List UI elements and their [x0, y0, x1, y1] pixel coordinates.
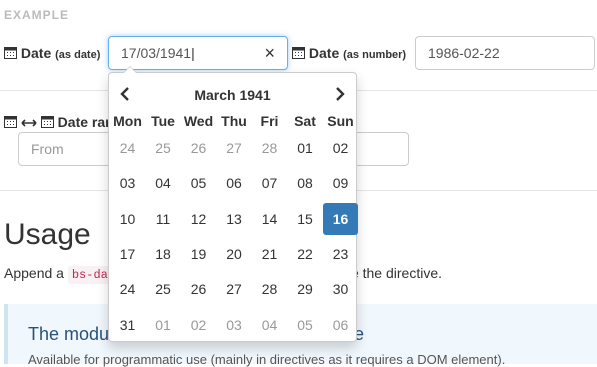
calendar-day[interactable]: 23 — [323, 238, 358, 270]
calendar-day[interactable]: 31 — [110, 309, 145, 341]
calendar-day[interactable]: 04 — [146, 167, 181, 199]
weekday-header: Fri — [260, 113, 279, 129]
weekday-header: Mon — [113, 113, 142, 129]
calendar-day[interactable]: 28 — [252, 273, 287, 305]
month-title[interactable]: March 1941 — [109, 87, 356, 103]
calendar-day[interactable]: 25 — [146, 132, 181, 164]
calendar-day[interactable]: 25 — [146, 273, 181, 305]
calendar-day[interactable]: 27 — [217, 132, 252, 164]
calendar-day[interactable]: 17 — [110, 238, 145, 270]
calendar-day[interactable]: 03 — [217, 309, 252, 341]
calendar-day[interactable]: 02 — [323, 132, 358, 164]
calendar-day[interactable]: 26 — [181, 273, 216, 305]
calendar-day[interactable]: 27 — [217, 273, 252, 305]
calendar-day[interactable]: 26 — [181, 132, 216, 164]
calendar-day[interactable]: 08 — [288, 167, 323, 199]
clear-icon[interactable]: × — [264, 37, 275, 69]
chevron-right-icon — [336, 87, 345, 101]
weekday-header: Thu — [221, 113, 247, 129]
calendar-day[interactable]: 04 — [252, 309, 287, 341]
arrows-horizontal-icon — [21, 115, 37, 131]
calendar-day[interactable]: 13 — [217, 203, 252, 235]
usage-heading: Usage — [4, 218, 91, 251]
calendar-day[interactable]: 24 — [110, 132, 145, 164]
calendar-day[interactable]: 03 — [110, 167, 145, 199]
date-input[interactable]: 17/03/1941| × — [108, 36, 288, 70]
calendar-day[interactable]: 24 — [110, 273, 145, 305]
calendar-day[interactable]: 21 — [252, 238, 287, 270]
weekday-header: Sat — [294, 113, 316, 129]
calendar-day[interactable]: 10 — [110, 203, 145, 235]
calendar-icon — [40, 115, 54, 131]
weekday-header: Tue — [151, 113, 175, 129]
weekday-header: Sun — [327, 113, 354, 129]
next-month-button[interactable] — [334, 85, 346, 106]
calendar-day[interactable]: 22 — [288, 238, 323, 270]
datepicker-dropdown: March 1941 Mon Tue Wed Thu Fri Sat Sun 24 25 26 2… — [108, 66, 358, 342]
date-number-input[interactable]: 1986-02-22 — [415, 36, 595, 70]
calendar-day[interactable]: 19 — [181, 238, 216, 270]
date-range-label: Date ran — [4, 114, 114, 131]
calendar-icon — [292, 46, 305, 62]
calendar-day[interactable]: 06 — [323, 309, 358, 341]
calendar-day[interactable]: 28 — [252, 132, 287, 164]
calendar-day[interactable]: 05 — [181, 167, 216, 199]
calendar-day[interactable]: 20 — [217, 238, 252, 270]
range-from-input[interactable]: From — [18, 132, 118, 166]
calendar-icon — [4, 115, 17, 131]
calendar-day[interactable]: 01 — [146, 309, 181, 341]
calendar-day[interactable]: 06 — [217, 167, 252, 199]
weekday-header: Wed — [183, 113, 214, 129]
calendar-day[interactable]: 16 — [323, 202, 358, 235]
calendar-day[interactable]: 29 — [288, 273, 323, 305]
date-number-label: Date (as number) — [292, 45, 406, 62]
calendar-day[interactable]: 14 — [252, 203, 287, 235]
calendar-day[interactable]: 02 — [181, 309, 216, 341]
calendar-day[interactable]: 18 — [146, 238, 181, 270]
calendar-day[interactable]: 05 — [288, 309, 323, 341]
calendar-day[interactable]: 01 — [288, 132, 323, 164]
calendar-day[interactable]: 09 — [323, 167, 358, 199]
calendar-day[interactable]: 12 — [181, 203, 216, 235]
calendar-icon — [4, 46, 17, 62]
calendar-day[interactable]: 11 — [146, 203, 181, 235]
calendar-day[interactable]: 07 — [252, 167, 287, 199]
callout-body: Available for programmatic use (mainly i… — [28, 352, 506, 367]
calendar-day[interactable]: 30 — [323, 273, 358, 305]
calendar-day[interactable]: 15 — [288, 203, 323, 235]
date-label: Date (as date) — [4, 45, 100, 62]
section-label: EXAMPLE — [4, 8, 70, 22]
